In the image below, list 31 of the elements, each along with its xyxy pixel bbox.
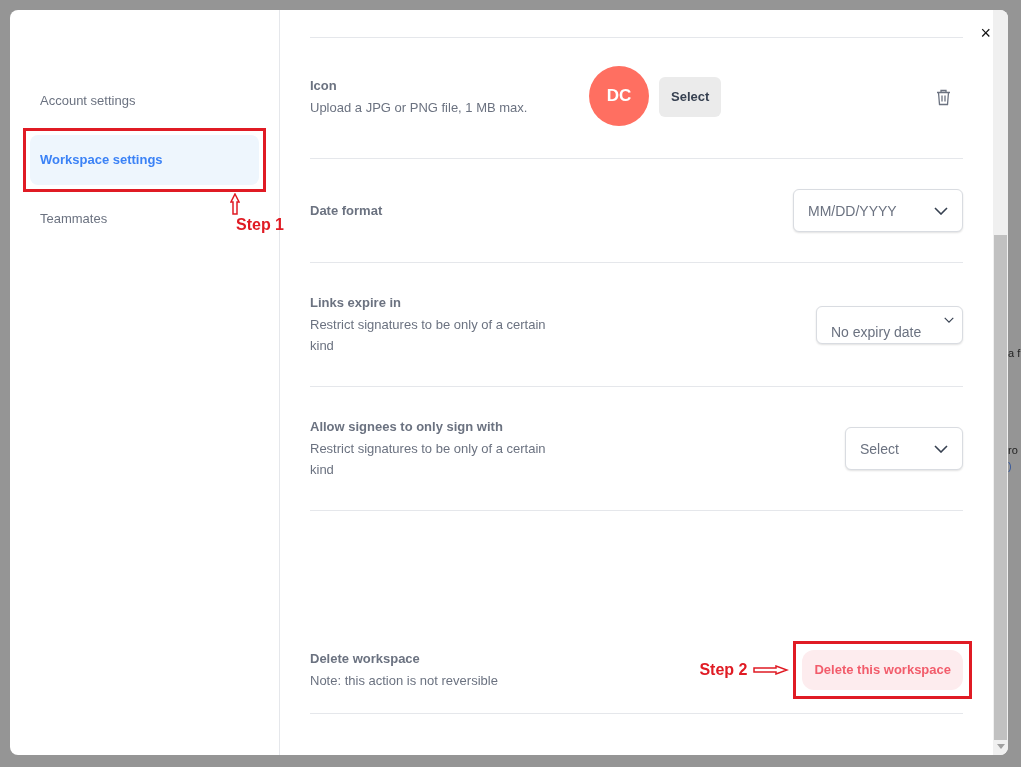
workspace-avatar: DC — [589, 66, 649, 126]
chevron-down-icon — [934, 206, 948, 215]
setting-title: Date format — [310, 201, 383, 220]
step-label: Step 1 — [236, 215, 284, 235]
dropdown[interactable]: Select — [845, 427, 963, 470]
setting-description: Restrict signatures to be only of a certain kind — [310, 316, 547, 356]
chevron-down-icon — [944, 316, 954, 323]
chevron-down-icon — [934, 444, 948, 453]
scrollbar-thumb[interactable] — [994, 235, 1007, 740]
step-label: Step 2 — [699, 660, 748, 680]
select-button[interactable]: Select — [659, 77, 722, 117]
setting-description: Restrict signatures to be only of a certain kind — [310, 440, 547, 480]
backdrop-text: a f — [1008, 346, 1021, 361]
setting-title: Icon — [310, 76, 338, 95]
setting-title: Allow signees to only sign with — [310, 417, 504, 436]
delete-workspace-button[interactable]: Delete this workspace — [802, 650, 963, 690]
scroll-down-icon[interactable] — [996, 744, 1005, 749]
setting-description: Note: this action is not reversible — [310, 672, 499, 691]
arrow-icon — [753, 665, 790, 675]
close-button[interactable]: × — [980, 24, 991, 42]
setting-title: Links expire in — [310, 293, 403, 312]
dropdown[interactable]: MM/DD/YYYY — [793, 189, 963, 232]
trash-icon[interactable] — [936, 88, 951, 106]
sidebar-item[interactable]: Account settings — [30, 76, 180, 126]
setting-title: Delete workspace — [310, 649, 421, 668]
setting-description: Upload a JPG or PNG file, 1 MB max. — [310, 99, 529, 118]
sidebar-item[interactable]: Workspace settings — [30, 135, 259, 185]
backdrop-text: ro — [1008, 442, 1018, 458]
dropdown[interactable]: No expiry date — [816, 305, 963, 344]
backdrop-text: ) — [1008, 459, 1012, 474]
sidebar-item[interactable]: Teammates — [30, 194, 180, 244]
